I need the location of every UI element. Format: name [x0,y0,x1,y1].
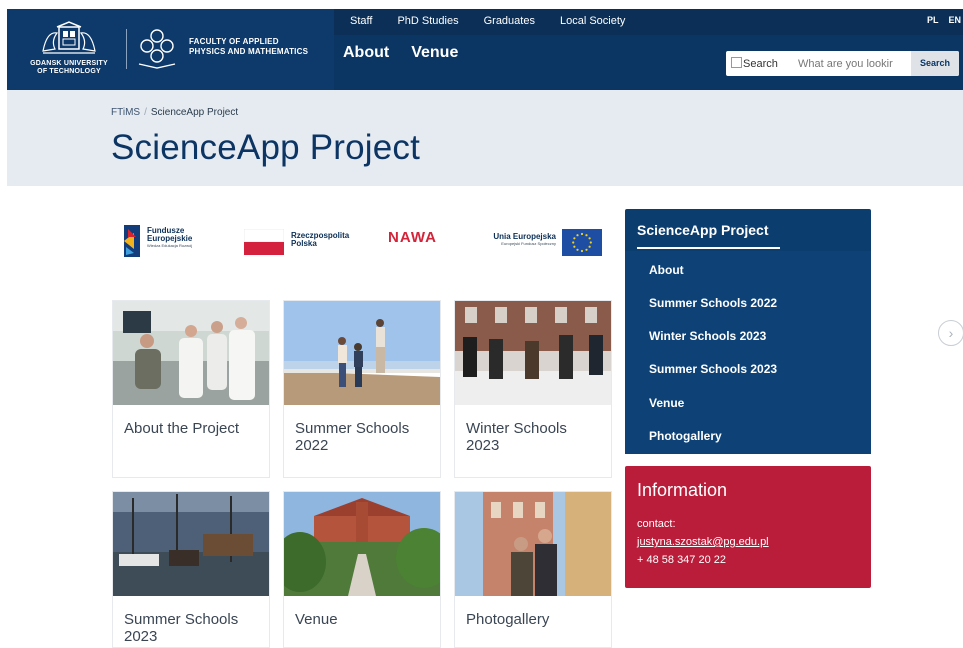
funding-logos: Fundusze Europejskie Wiedza Edukacja Roz… [112,218,608,268]
main-nav-about[interactable]: About [343,44,389,62]
breadcrumb: FTiMS / ScienceApp Project [111,107,238,118]
about-photo [113,301,269,405]
card-photogallery[interactable]: Photogallery [454,491,612,648]
rp-line2: Polska [291,239,317,248]
chevron-right-icon[interactable]: › [938,320,963,346]
faculty-logo[interactable] [135,26,179,75]
top-nav-staff[interactable]: Staff [350,15,372,27]
search-box: Search Search [726,51,959,76]
search-input[interactable] [798,55,898,72]
search-icon: Search [731,56,795,72]
summer-2023-photo [113,492,269,596]
card-label: Photogallery [466,611,550,628]
fe-line2: Europejskie [147,234,193,243]
top-nav-phd-studies[interactable]: PhD Studies [397,15,458,27]
faculty-name[interactable]: FACULTY OF APPLIED PHYSICS AND MATHEMATI… [189,37,308,57]
card-about-the-project[interactable]: About the Project [112,300,270,478]
main-nav: About Venue [343,44,480,62]
sidebar-item-winter-schools-2023[interactable]: Winter Schools 2023 [649,329,766,343]
card-label: About the Project [124,420,240,437]
venue-photo [284,492,440,596]
information-box: Information contact: justyna.szostak@pg.… [625,466,871,588]
site-header: GDANSK UNIVERSITY OF TECHNOLOGY FACULTY … [7,9,963,90]
lang-en[interactable]: EN [948,15,961,25]
brand-area: GDANSK UNIVERSITY OF TECHNOLOGY FACULTY … [7,9,334,90]
card-venue[interactable]: Venue [283,491,441,648]
card-label: Summer Schools 2022 [295,420,410,454]
top-nav: Staff PhD Studies Graduates Local Societ… [350,15,650,27]
fe-text: Fundusze Europejskie Wiedza Edukacja Roz… [147,227,192,249]
main-nav-venue[interactable]: Venue [411,44,458,62]
card-summer-schools-2022[interactable]: Summer Schools 2022 [283,300,441,478]
sidebar-item-photogallery[interactable]: Photogallery [649,429,722,443]
polish-flag-icon [244,229,284,255]
top-nav-local-society[interactable]: Local Society [560,15,625,27]
winter-2023-photo [455,301,611,405]
card-label: Venue [295,611,338,628]
summer-2022-photo [284,301,440,405]
photogallery-photo [455,492,611,596]
faculty-atom-icon [138,29,176,69]
ue-text: Unia Europejska Europejski Fundusz Społe… [470,233,556,247]
card-label: Summer Schools 2023 [124,611,239,645]
top-utility-bar: Staff PhD Studies Graduates Local Societ… [334,9,963,35]
nawa-text: NAWA [388,229,437,246]
sidebar-item-venue[interactable]: Venue [649,396,684,410]
rp-text: Rzeczpospolita Polska [291,232,349,248]
breadcrumb-home[interactable]: FTiMS [111,107,140,118]
faculty-name-line1: FACULTY OF APPLIED [189,37,279,46]
fe-star-icon [124,225,140,257]
fe-line3: Wiedza Edukacja Rozwój [147,243,193,248]
top-nav-graduates[interactable]: Graduates [484,15,535,27]
contact-label: contact: [637,518,676,530]
language-switcher: PL EN [927,15,961,25]
title-band: FTiMS / ScienceApp Project ScienceApp Proj… [7,90,963,186]
sidebar-item-summer-schools-2022[interactable]: Summer Schools 2022 [649,296,777,310]
brand-divider [126,29,127,69]
search-button[interactable]: Search [911,51,959,76]
contact-email-link[interactable]: justyna.szostak@pg.edu.pl [637,536,769,548]
contact-phone: + 48 58 347 20 22 [637,554,726,566]
card-label: Winter Schools 2023 [466,420,567,454]
university-crest-icon [42,21,96,54]
sidebar-title-underline [637,247,780,249]
sidebar-item-summer-schools-2023[interactable]: Summer Schools 2023 [649,362,777,376]
university-logo[interactable]: GDANSK UNIVERSITY OF TECHNOLOGY [21,21,117,83]
sidebar-title[interactable]: ScienceApp Project [637,222,769,238]
breadcrumb-separator: / [144,107,147,118]
lang-pl[interactable]: PL [927,15,939,25]
ue-line2: Europejski Fundusz Społeczny [501,241,556,246]
information-title: Information [637,480,728,500]
eu-flag-icon [562,229,602,256]
card-summer-schools-2023[interactable]: Summer Schools 2023 [112,491,270,648]
sidebar-item-about[interactable]: About [649,263,684,277]
university-name-line2: OF TECHNOLOGY [37,68,101,75]
breadcrumb-current: ScienceApp Project [150,107,239,118]
page-title: ScienceApp Project [111,128,421,167]
faculty-name-line2: PHYSICS AND MATHEMATICS [189,47,309,56]
section-sidebar: ScienceApp Project About Summer Schools … [625,209,871,454]
university-name: GDANSK UNIVERSITY OF TECHNOLOGY [21,60,117,76]
sidebar-menu: About Summer Schools 2022 Winter Schools… [625,251,871,454]
university-name-line1: GDANSK UNIVERSITY [30,60,108,67]
ue-line1: Unia Europejska [493,232,556,241]
card-winter-schools-2023[interactable]: Winter Schools 2023 [454,300,612,478]
